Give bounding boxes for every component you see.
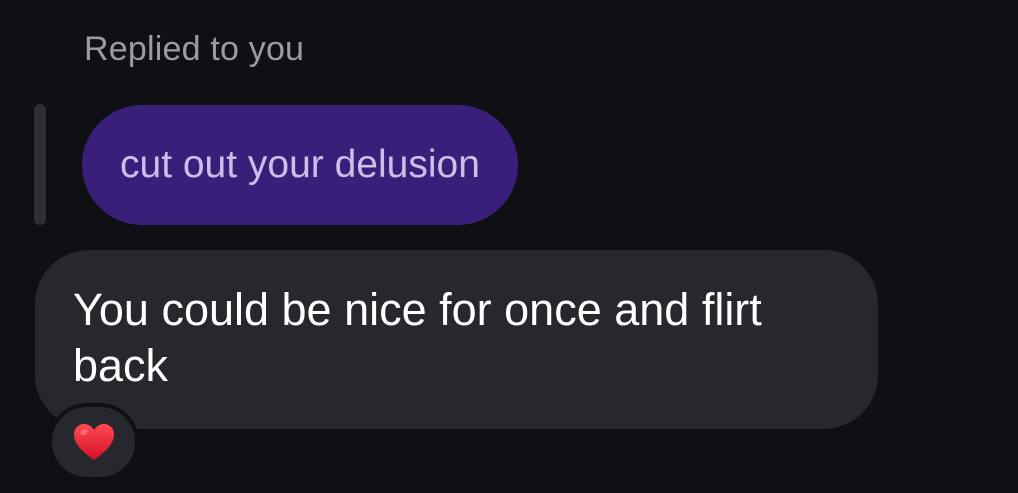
replied-message-bubble[interactable]: cut out your delusion	[82, 105, 518, 225]
reaction-badge[interactable]	[48, 403, 139, 481]
reply-indicator-bar	[34, 104, 46, 225]
reply-label: Replied to you	[84, 30, 305, 68]
message-bubble[interactable]: You could be nice for once and flirt bac…	[35, 250, 878, 429]
heart-icon	[73, 424, 114, 460]
replied-message-text: cut out your delusion	[120, 143, 480, 186]
message-text: You could be nice for once and flirt bac…	[73, 284, 762, 391]
